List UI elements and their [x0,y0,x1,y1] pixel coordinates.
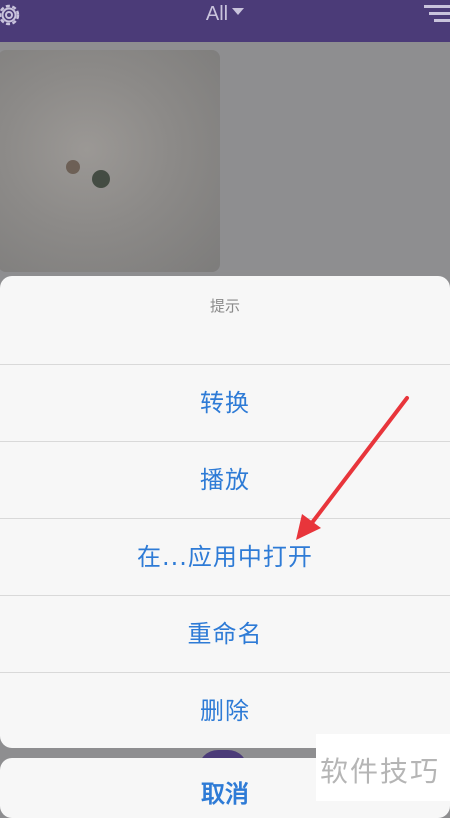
open-in-app-button[interactable]: 在...应用中打开 [0,519,450,596]
watermark-text: 软件技巧 [320,755,441,788]
page-title: All [205,3,229,25]
rename-button[interactable]: 重命名 [0,596,450,673]
filter-dropdown[interactable]: All [0,0,450,28]
sheet-title: 提示 [0,276,450,365]
action-sheet: 提示 转换 播放 在...应用中打开 重命名 删除 [0,276,450,748]
watermark: 软件技巧 [316,734,450,801]
play-button[interactable]: 播放 [0,442,450,519]
convert-button[interactable]: 转换 [0,365,450,442]
chevron-down-icon [232,8,245,16]
video-thumbnail[interactable] [0,50,220,272]
thumbnail-detail [66,160,80,174]
top-bar: All [0,0,450,42]
filter-icon[interactable] [424,2,450,26]
thumbnail-detail [92,170,110,188]
